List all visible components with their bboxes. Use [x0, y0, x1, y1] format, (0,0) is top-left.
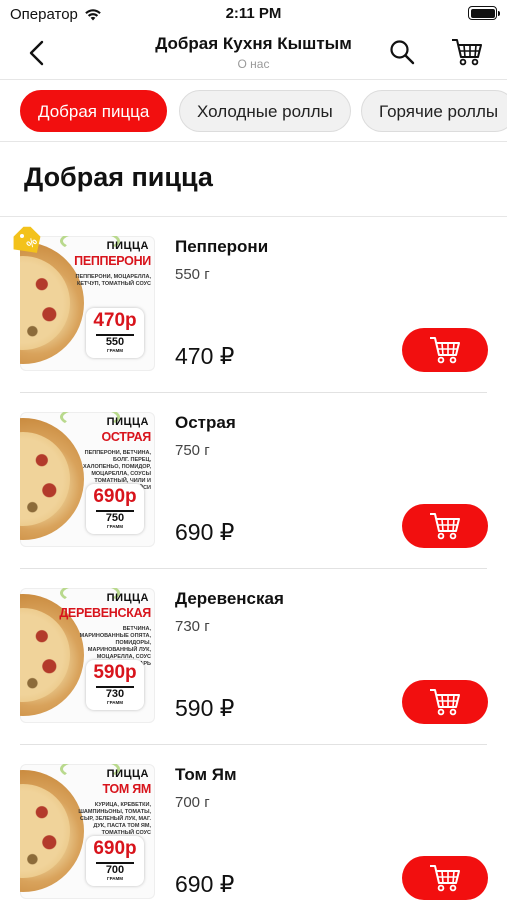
product-price: 690 ₽ [175, 519, 235, 545]
image-price: 590р [93, 662, 137, 683]
add-to-cart-button[interactable] [402, 680, 488, 724]
image-label-top: ПИЦЦА [106, 592, 149, 604]
product-price: 470 ₽ [175, 343, 235, 369]
image-label-name: ОСТРАЯ [101, 430, 151, 444]
cart-icon [430, 689, 460, 716]
tab-cold-rolls[interactable]: Холодные роллы [179, 90, 351, 132]
product-weight: 550 г [175, 266, 210, 283]
cart-icon[interactable] [451, 37, 483, 67]
image-weight-unit: ГРАММ [107, 700, 123, 705]
nav-header: Добрая Кухня Кыштым О нас [0, 28, 507, 80]
product-price: 690 ₽ [175, 871, 235, 897]
image-price: 690р [93, 838, 137, 859]
product-name: Острая [175, 413, 236, 432]
status-bar: Оператор 2:11 PM [0, 0, 507, 28]
tab-dobraya-pizza[interactable]: Добрая пицца [20, 90, 168, 132]
about-link[interactable]: О нас [120, 57, 387, 71]
image-weight-unit: ГРАММ [107, 348, 123, 353]
image-weight: 550 [96, 334, 134, 348]
product-row[interactable]: ПИЦЦА ТОМ ЯМ КУРИЦА, КРЕВЕТКИ, ШАМПИНЬОН… [0, 745, 507, 900]
image-price-badge: 470р 550 ГРАММ [86, 308, 144, 358]
image-label-top: ПИЦЦА [106, 768, 149, 780]
tab-hot-rolls[interactable]: Горячие роллы [361, 90, 507, 132]
product-image[interactable]: ПИЦЦА ДЕРЕВЕНСКАЯ ВЕТЧИНА, МАРИНОВАННЫЕ … [20, 588, 155, 723]
cart-icon [430, 513, 460, 540]
image-label-top: ПИЦЦА [106, 416, 149, 428]
image-label-name: ПЕППЕРОНИ [74, 254, 151, 268]
section-title: Добрая пицца [24, 162, 213, 192]
add-to-cart-button[interactable] [402, 504, 488, 548]
product-image[interactable]: ПИЦЦА ТОМ ЯМ КУРИЦА, КРЕВЕТКИ, ШАМПИНЬОН… [20, 764, 155, 899]
category-tabs: Добрая пицца Холодные роллы Горячие ролл… [0, 80, 507, 142]
product-weight: 700 г [175, 794, 210, 811]
image-label-name: ДЕРЕВЕНСКАЯ [59, 606, 151, 620]
product-name: Деревенская [175, 589, 284, 608]
header-titles: Добрая Кухня Кыштым О нас [120, 34, 387, 71]
product-weight: 750 г [175, 442, 210, 459]
product-name: Том Ям [175, 765, 237, 784]
image-weight: 700 [96, 862, 134, 876]
product-weight: 730 г [175, 618, 210, 635]
image-price-badge: 690р 700 ГРАММ [86, 836, 144, 886]
product-image[interactable]: ПИЦЦА ОСТРАЯ ПЕППЕРОНИ, ВЕТЧИНА, БОЛГ. П… [20, 412, 155, 547]
cart-icon [430, 337, 460, 364]
image-price-badge: 690р 750 ГРАММ [86, 484, 144, 534]
add-to-cart-button[interactable] [402, 856, 488, 900]
image-label-name: ТОМ ЯМ [102, 782, 151, 796]
image-label-ingredients: КУРИЦА, КРЕВЕТКИ, ШАМПИНЬОНЫ, ТОМАТЫ, СЫ… [78, 802, 151, 836]
image-weight-unit: ГРАММ [107, 524, 123, 529]
image-label-top: ПИЦЦА [106, 240, 149, 252]
clock: 2:11 PM [225, 5, 282, 22]
image-weight: 730 [96, 686, 134, 700]
image-label-ingredients: ПЕППЕРОНИ, МОЦАРЕЛЛА, КЕТЧУП, ТОМАТНЫЙ С… [75, 274, 151, 287]
product-name: Пепперони [175, 237, 269, 256]
product-row[interactable]: ПИЦЦА ДЕРЕВЕНСКАЯ ВЕТЧИНА, МАРИНОВАННЫЕ … [0, 569, 507, 745]
product-price: 590 ₽ [175, 695, 235, 721]
product-row[interactable]: ПИЦЦА ОСТРАЯ ПЕППЕРОНИ, ВЕТЧИНА, БОЛГ. П… [0, 393, 507, 569]
image-price-badge: 590р 730 ГРАММ [86, 660, 144, 710]
search-icon[interactable] [388, 38, 416, 66]
image-weight: 750 [96, 510, 134, 524]
discount-tag-icon: % [13, 226, 41, 253]
image-price: 470р [93, 310, 137, 331]
page-title: Добрая Кухня Кыштым [155, 34, 352, 53]
image-weight-unit: ГРАММ [107, 876, 123, 881]
product-row[interactable]: ПИЦЦА ПЕППЕРОНИ ПЕППЕРОНИ, МОЦАРЕЛЛА, КЕ… [0, 217, 507, 393]
add-to-cart-button[interactable] [402, 328, 488, 372]
image-price: 690р [93, 486, 137, 507]
battery-icon [468, 6, 500, 20]
chevron-left-icon[interactable] [22, 38, 52, 68]
cart-icon [430, 865, 460, 892]
